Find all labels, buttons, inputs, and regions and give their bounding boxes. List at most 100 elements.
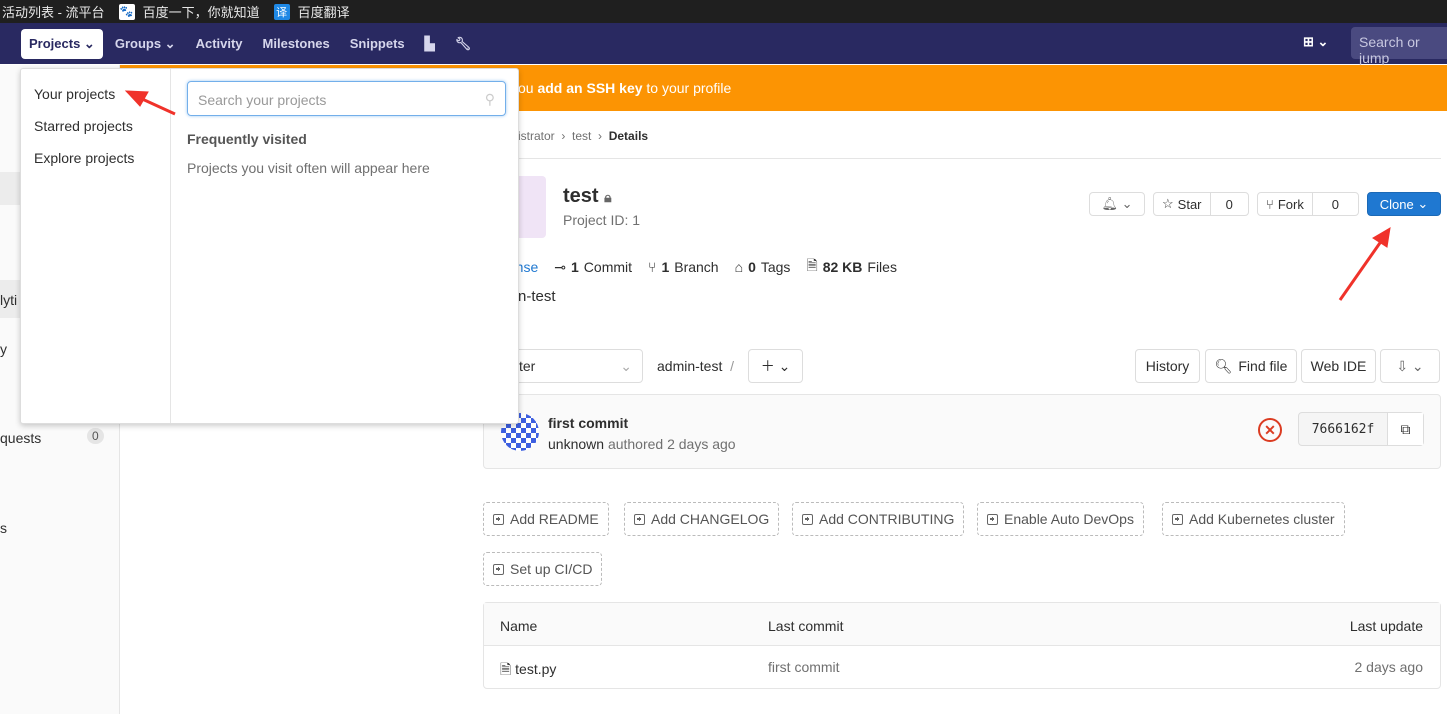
- file-name-cell[interactable]: 🗎 test.py: [500, 659, 556, 683]
- top-navbar: Projects ⌄ Groups ⌄ Activity Milestones …: [0, 23, 1447, 66]
- stat-count: 82 KB: [822, 259, 863, 275]
- path-separator: /: [730, 358, 735, 374]
- tags-link[interactable]: ⌂ 0 Tags: [735, 255, 791, 279]
- breadcrumb-item[interactable]: istrator: [518, 129, 555, 143]
- nav-snippets[interactable]: Snippets: [342, 29, 413, 58]
- translate-icon: 译: [273, 3, 290, 20]
- web-ide-button[interactable]: Web IDE: [1301, 349, 1376, 383]
- your-projects-item[interactable]: Your projects: [34, 86, 115, 102]
- breadcrumb: istrator › test › Details: [518, 129, 649, 143]
- add-readme-button[interactable]: Add README: [483, 502, 609, 536]
- button-label: Add CONTRIBUTING: [819, 511, 955, 527]
- star-button[interactable]: ☆ Star 0: [1153, 192, 1249, 216]
- new-item-icon[interactable]: ⊞ ⌄: [1303, 34, 1328, 50]
- star-count: 0: [1225, 196, 1233, 212]
- button-label: Add CHANGELOG: [651, 511, 770, 527]
- divider: [483, 158, 1441, 159]
- star-label: Star: [1177, 196, 1202, 212]
- frequent-empty-text: Projects you visit often will appear her…: [187, 160, 430, 176]
- column-header: Last update: [1349, 618, 1423, 634]
- files-link[interactable]: 🗎 82 KB Files: [806, 255, 897, 279]
- stat-count: 1: [661, 259, 670, 275]
- sidebar-item[interactable]: s: [0, 520, 119, 536]
- fork-icon: ⑂: [1266, 196, 1274, 212]
- path-root[interactable]: admin-test: [657, 358, 722, 374]
- explore-projects-item[interactable]: Explore projects: [34, 150, 134, 166]
- starred-projects-item[interactable]: Starred projects: [34, 118, 133, 134]
- table-row[interactable]: 🗎 test.py first commit 2 days ago: [484, 646, 1440, 688]
- nav-projects[interactable]: Projects ⌄: [21, 28, 103, 59]
- search-icon: 🔍︎: [1214, 357, 1233, 374]
- add-changelog-button[interactable]: Add CHANGELOG: [624, 502, 780, 536]
- fork-button[interactable]: ⑂ Fork 0: [1257, 192, 1359, 216]
- stat-label: Files: [867, 259, 897, 275]
- bookmark[interactable]: 🐾 百度一下，你就知道: [118, 2, 260, 21]
- branch-icon: ⑂: [648, 259, 657, 275]
- chevron-down-icon: ⌄: [620, 357, 632, 374]
- commits-link[interactable]: ⊸ 1 Commit: [554, 255, 632, 279]
- nav-activity[interactable]: Activity: [188, 29, 251, 58]
- notifications-button[interactable]: 🔔︎ ⌄: [1089, 192, 1145, 216]
- stat-label: Branch: [674, 259, 719, 275]
- search-projects-input[interactable]: Search your projects ⚲: [187, 81, 506, 116]
- search-icon: ⚲: [484, 91, 495, 107]
- column-header: Last commit: [768, 618, 844, 634]
- bookmark[interactable]: 译百度翻译: [273, 2, 350, 21]
- button-label: Set up CI/CD: [510, 561, 593, 577]
- commit-author[interactable]: unknown: [548, 436, 604, 452]
- arrow-annotation: [1338, 227, 1391, 301]
- stat-label: Tags: [760, 259, 791, 275]
- plus-icon: [987, 513, 998, 525]
- file-name: test.py: [515, 661, 557, 677]
- bell-icon: 🔔︎: [1101, 196, 1118, 211]
- clone-label: Clone: [1379, 196, 1414, 212]
- alert-text: to your profile: [642, 80, 732, 96]
- file-icon: 🗎: [806, 257, 818, 273]
- baidu-icon: 🐾: [118, 3, 135, 20]
- add-kubernetes-button[interactable]: Add Kubernetes cluster: [1162, 502, 1345, 536]
- add-ssh-key-link[interactable]: add an SSH key: [537, 80, 642, 96]
- pipeline-failed-icon[interactable]: ✕: [1258, 418, 1282, 442]
- find-file-button[interactable]: 🔍︎ Find file: [1205, 349, 1297, 383]
- bookmark-label: 活动列表 - 流平台: [2, 5, 105, 20]
- tag-icon: ⌂: [734, 259, 744, 275]
- breadcrumb-current: Details: [608, 129, 649, 143]
- branches-link[interactable]: ⑂ 1 Branch: [648, 255, 719, 279]
- breadcrumb-item[interactable]: test: [572, 129, 591, 143]
- setup-cicd-button[interactable]: Set up CI/CD: [483, 552, 603, 586]
- divider: [170, 69, 171, 423]
- project-description: n-test: [518, 288, 556, 305]
- download-button[interactable]: ⇩ ⌄: [1380, 349, 1440, 383]
- commit-author-line: unknown authored 2 days ago: [548, 436, 736, 452]
- projects-dropdown: Your projects Starred projects Explore p…: [20, 68, 519, 424]
- button-label: Enable Auto DevOps: [1004, 511, 1134, 527]
- add-file-button[interactable]: ＋ ⌄: [748, 349, 803, 383]
- sidebar-item-merge-requests[interactable]: quests 0: [0, 428, 119, 446]
- plus-icon: [493, 563, 504, 575]
- commit-sha-group: 7666162f ⧉: [1298, 412, 1424, 446]
- chart-icon[interactable]: ▙: [417, 29, 443, 59]
- find-file-label: Find file: [1238, 358, 1288, 374]
- bookmark[interactable]: 活动列表 - 流平台: [2, 2, 105, 21]
- stat-count: 1: [571, 259, 579, 275]
- commit-title[interactable]: first commit: [548, 415, 628, 431]
- last-commit-panel: first commit unknown authored 2 days ago…: [483, 394, 1441, 469]
- stat-label: Commit: [583, 259, 633, 275]
- button-label: Add Kubernetes cluster: [1189, 511, 1335, 527]
- wrench-icon[interactable]: 🔧︎: [447, 29, 480, 59]
- commit-sha[interactable]: 7666162f: [1299, 413, 1388, 445]
- enable-auto-devops-button[interactable]: Enable Auto DevOps: [977, 502, 1144, 536]
- search-input[interactable]: Search or jump: [1351, 27, 1447, 66]
- project-title: test 🔒︎: [563, 185, 612, 208]
- button-label: Add README: [510, 511, 599, 527]
- nav-groups[interactable]: Groups ⌄: [107, 29, 184, 59]
- last-update-cell: 2 days ago: [1354, 659, 1424, 675]
- add-contributing-button[interactable]: Add CONTRIBUTING: [792, 502, 965, 536]
- placeholder: Search your projects: [198, 92, 327, 108]
- copy-icon[interactable]: ⧉: [1388, 413, 1423, 445]
- clone-button[interactable]: Clone ⌄: [1367, 192, 1441, 216]
- last-commit-cell[interactable]: first commit: [768, 659, 840, 675]
- nav-milestones[interactable]: Milestones: [255, 29, 338, 58]
- history-button[interactable]: History: [1135, 349, 1200, 383]
- bookmarks-bar: 活动列表 - 流平台 🐾 百度一下，你就知道 译百度翻译: [0, 0, 1447, 23]
